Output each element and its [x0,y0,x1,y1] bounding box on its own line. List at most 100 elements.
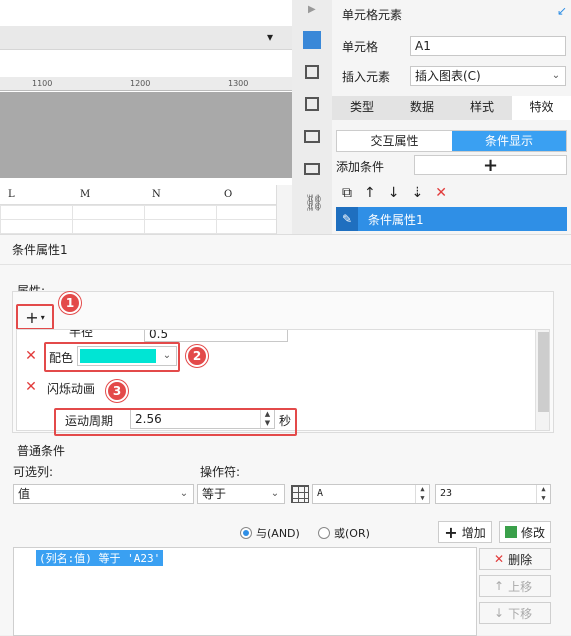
plus-icon: + [444,522,458,542]
condition-toolbar: ⧉ ↑ ↓ ⇣ ✕ [336,182,567,204]
grid-lines [0,205,276,234]
filter-icon[interactable]: ▾ [267,30,273,44]
operator-select[interactable]: 等于 ⌄ [197,484,285,504]
copy-icon[interactable]: ⧉ [342,185,352,201]
collapse-arrow-icon[interactable]: ▶ [308,4,316,15]
operator-value: 等于 [202,487,227,501]
annotation-badge-2: 2 [186,345,208,367]
annotation-badge-3: 3 [106,380,128,402]
normal-condition-label: 普通条件 [17,444,66,458]
operand-field-1[interactable]: A ▲ ▼ [312,484,430,504]
annotation-box-2 [44,342,180,372]
operand-field-1-value: A [317,488,324,499]
sheet-scrollbar[interactable] [276,185,292,234]
dialog-title: 条件属性1 [12,243,68,257]
cell-attribute-icon[interactable] [305,65,319,79]
ruler-label: 1100 [32,79,53,88]
cell-element-icon[interactable] [303,31,321,49]
move-down-icon: ↓ [494,606,505,620]
sub-tabs: 交互属性 条件显示 [336,130,567,152]
sheet-toolbar: ▾ [0,26,292,50]
partial-radius-label: 半径 [69,329,94,339]
crop-icon[interactable] [305,97,319,111]
insert-select-value: 插入图表(C) [415,69,481,83]
icon-strip: ▶ ⛓ [292,0,332,234]
move-up-label: 上移 [508,579,533,594]
chevron-down-icon: ⌄ [179,488,189,499]
move-up-button[interactable]: ↑ 上移 [479,575,551,597]
delete-x-icon: ✕ [494,552,505,566]
condition-item-label: 条件属性1 [368,212,424,227]
operand-spinner-2[interactable]: ▲ ▼ [536,485,550,503]
operand-field-2[interactable]: 23 ▲ ▼ [435,484,551,504]
radio-or[interactable]: 或(OR) [318,525,370,541]
add-condition-button[interactable]: + [414,155,567,176]
tab-data[interactable]: 数据 [392,96,452,120]
tab-effect[interactable]: 特效 [512,96,571,120]
chevron-down-icon: ⌄ [551,70,561,81]
add-button[interactable]: + 增加 [438,521,492,543]
sheet-top-blank [0,0,292,26]
modify-button[interactable]: 修改 [499,521,551,543]
link-icon[interactable]: ⛓ [304,193,324,212]
radius-input[interactable]: 0.5 [144,330,288,342]
insert-label: 插入元素 [342,70,391,84]
ruler: 1100 1200 1300 [0,77,292,91]
delete-button-label: 删除 [508,552,533,567]
annotation-box-3 [54,408,297,436]
move-down-label: 下移 [508,606,533,621]
column-header-row: L M N O [0,185,292,205]
condition-dialog: 条件属性1 属性: +▾ 半径 0.5 ✕ 配色 ⌄ ✕ 闪烁动画 运动周期 2… [0,234,571,636]
table-icon[interactable] [291,485,309,503]
edit-pencil-icon[interactable]: ✎ [336,207,358,231]
col-header-o: O [224,189,233,200]
optional-column-label: 可选列: [13,465,54,479]
condition-row[interactable]: (列名:值) 等于 'A23' [36,550,164,566]
attribute-list-scrollbar[interactable] [535,330,549,430]
delete-icon[interactable]: ✕ [435,185,447,201]
canvas-gray [0,92,292,178]
annotation-badge-1: 1 [59,292,81,314]
ruler-label: 1300 [228,79,249,88]
radio-and-label: 与(AND) [256,527,300,540]
col-header-n: N [152,189,161,200]
condition-list: (列名:值) 等于 'A23' [13,547,477,636]
tab-type[interactable]: 类型 [332,96,392,120]
move-bottom-icon[interactable]: ⇣ [411,185,423,201]
chevron-down-icon: ⌄ [270,488,280,499]
add-button-label: 增加 [461,525,486,540]
insert-select[interactable]: 插入图表(C) ⌄ [410,66,566,86]
flash-animation-label: 闪烁动画 [47,382,96,396]
layer-icon[interactable] [304,163,320,175]
widget-icon[interactable] [304,130,320,143]
condition-list-item[interactable]: ✎ 条件属性1 [336,207,567,231]
move-down-button[interactable]: ↓ 下移 [479,602,551,624]
radio-and-circle [240,527,252,539]
condition-row-text: (列名:值) 等于 'A23' [39,552,161,565]
col-header-l: L [8,189,15,200]
col-header-m: M [80,189,91,200]
tab-interaction[interactable]: 交互属性 [337,131,452,151]
tab-style[interactable]: 样式 [452,96,512,120]
move-up-icon: ↑ [494,579,505,593]
right-panel: 单元格元素 ↙ 单元格 A1 插入元素 插入图表(C) ⌄ 类型 数据 样式 特… [332,0,571,234]
optional-column-select[interactable]: 值 ⌄ [13,484,194,504]
radio-or-label: 或(OR) [334,527,370,540]
tab-condition-display[interactable]: 条件显示 [452,131,566,151]
operand-spinner-1[interactable]: ▲ ▼ [415,485,429,503]
arrow-down-icon[interactable]: ↓ [388,185,400,201]
modify-button-label: 修改 [520,525,545,540]
delete-button[interactable]: ✕ 删除 [479,548,551,570]
ruler-label: 1200 [130,79,151,88]
operand-field-2-value: 23 [440,488,453,499]
panel-title: 单元格元素 [342,8,403,22]
radio-and[interactable]: 与(AND) [240,525,300,541]
arrow-up-icon[interactable]: ↑ [364,185,376,201]
cell-input[interactable]: A1 [410,36,566,56]
cell-label: 单元格 [342,40,379,54]
remove-color-icon[interactable]: ✕ [23,348,39,364]
remove-flash-icon[interactable]: ✕ [23,379,39,395]
operator-label: 操作符: [200,465,241,479]
expand-arrow-icon[interactable]: ↙ [557,4,567,18]
annotation-box-1 [16,304,54,330]
